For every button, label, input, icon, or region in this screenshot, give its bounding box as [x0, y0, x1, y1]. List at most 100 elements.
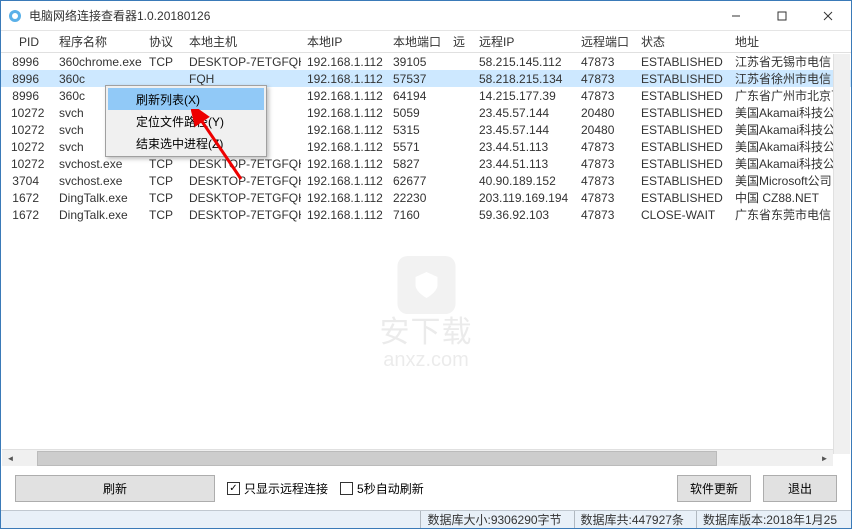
cell-rport: 20480 — [575, 106, 635, 120]
cell-lport: 62677 — [387, 174, 447, 188]
cell-proto: TCP — [143, 157, 183, 171]
cell-state: CLOSE-WAIT — [635, 208, 729, 222]
cell-lip: 192.168.1.112 — [301, 191, 387, 205]
table-row[interactable]: 8996360chrome.exeTCPDESKTOP-7ETGFQH192.1… — [1, 53, 851, 70]
cell-lhost: DESKTOP-7ETGFQH — [183, 174, 301, 188]
horizontal-scrollbar[interactable]: ◄ ► — [2, 449, 833, 466]
cell-pid: 1672 — [5, 191, 53, 205]
cell-lhost: DESKTOP-7ETGFQH — [183, 157, 301, 171]
cell-prog: svchost.exe — [53, 174, 143, 188]
table-row[interactable]: 3704svchost.exeTCPDESKTOP-7ETGFQH192.168… — [1, 172, 851, 189]
cell-rport: 20480 — [575, 123, 635, 137]
refresh-button[interactable]: 刷新 — [15, 475, 215, 502]
window-title: 电脑网络连接查看器1.0.20180126 — [29, 7, 713, 24]
cell-addr: 江苏省无锡市电信 — [729, 53, 847, 70]
scroll-thumb[interactable] — [37, 451, 717, 466]
cell-lip: 192.168.1.112 — [301, 140, 387, 154]
col-pid[interactable]: PID — [5, 35, 53, 49]
cell-lport: 5059 — [387, 106, 447, 120]
cell-pid: 8996 — [5, 72, 53, 86]
cell-lhost: DESKTOP-7ETGFQH — [183, 208, 301, 222]
cell-state: ESTABLISHED — [635, 55, 729, 69]
cell-rip: 23.44.51.113 — [473, 140, 575, 154]
cell-proto: TCP — [143, 191, 183, 205]
cell-lhost: FQH — [183, 72, 301, 86]
checkbox-checked-icon: ✓ — [227, 482, 240, 495]
cell-lport: 57537 — [387, 72, 447, 86]
cell-addr: 中国 CZ88.NET — [729, 189, 847, 206]
cell-pid: 8996 — [5, 89, 53, 103]
cell-rport: 47873 — [575, 157, 635, 171]
context-menu: 刷新列表(X) 定位文件路径(Y) 结束选中进程(Z) — [105, 85, 267, 157]
cell-rip: 14.215.177.39 — [473, 89, 575, 103]
cell-proto: TCP — [143, 55, 183, 69]
table-row[interactable]: 1672DingTalk.exeTCPDESKTOP-7ETGFQH192.16… — [1, 206, 851, 223]
col-program[interactable]: 程序名称 — [53, 33, 143, 50]
col-remote-host[interactable]: 远 — [447, 33, 473, 50]
cell-prog: DingTalk.exe — [53, 191, 143, 205]
table-row[interactable]: 10272svchost.exeTCPDESKTOP-7ETGFQH192.16… — [1, 155, 851, 172]
col-remote-port[interactable]: 远程端口 — [575, 33, 635, 50]
cell-lhost: DESKTOP-7ETGFQH — [183, 55, 301, 69]
menu-kill-process[interactable]: 结束选中进程(Z) — [108, 132, 264, 154]
cell-state: ESTABLISHED — [635, 123, 729, 137]
cell-state: ESTABLISHED — [635, 72, 729, 86]
cell-pid: 10272 — [5, 157, 53, 171]
cell-addr: 美国Akamai科技公司CDI — [729, 104, 847, 121]
table-header: PID 程序名称 协议 本地主机 本地IP 本地端口 远 远程IP 远程端口 状… — [1, 31, 851, 53]
cell-rip: 59.36.92.103 — [473, 208, 575, 222]
cell-addr: 美国Akamai科技公司CDI — [729, 155, 847, 172]
cell-state: ESTABLISHED — [635, 140, 729, 154]
cell-addr: 广东省东莞市电信 — [729, 206, 847, 223]
col-local-port[interactable]: 本地端口 — [387, 33, 447, 50]
cell-lhost: DESKTOP-7ETGFQH — [183, 191, 301, 205]
cell-state: ESTABLISHED — [635, 191, 729, 205]
cell-lport: 5827 — [387, 157, 447, 171]
cell-rip: 40.90.189.152 — [473, 174, 575, 188]
cell-state: ESTABLISHED — [635, 89, 729, 103]
cell-pid: 10272 — [5, 123, 53, 137]
col-remote-ip[interactable]: 远程IP — [473, 33, 575, 50]
col-local-host[interactable]: 本地主机 — [183, 33, 301, 50]
remote-only-checkbox[interactable]: ✓ 只显示远程连接 — [227, 480, 328, 497]
close-button[interactable] — [805, 1, 851, 31]
cell-lport: 64194 — [387, 89, 447, 103]
minimize-button[interactable] — [713, 1, 759, 31]
software-update-button[interactable]: 软件更新 — [677, 475, 751, 502]
cell-lip: 192.168.1.112 — [301, 174, 387, 188]
col-address[interactable]: 地址 — [729, 33, 847, 50]
col-state[interactable]: 状态 — [635, 33, 729, 50]
auto-refresh-checkbox[interactable]: 5秒自动刷新 — [340, 480, 424, 497]
cell-pid: 10272 — [5, 106, 53, 120]
cell-lip: 192.168.1.112 — [301, 72, 387, 86]
cell-proto: TCP — [143, 208, 183, 222]
auto-refresh-label: 5秒自动刷新 — [357, 480, 424, 497]
app-icon — [7, 8, 23, 24]
menu-locate-file[interactable]: 定位文件路径(Y) — [108, 110, 264, 132]
table-row[interactable]: 1672DingTalk.exeTCPDESKTOP-7ETGFQH192.16… — [1, 189, 851, 206]
cell-lip: 192.168.1.112 — [301, 123, 387, 137]
cell-pid: 3704 — [5, 174, 53, 188]
checkbox-unchecked-icon — [340, 482, 353, 495]
cell-prog: 360chrome.exe — [53, 55, 143, 69]
cell-lip: 192.168.1.112 — [301, 106, 387, 120]
menu-refresh-list[interactable]: 刷新列表(X) — [108, 88, 264, 110]
cell-lport: 7160 — [387, 208, 447, 222]
maximize-button[interactable] — [759, 1, 805, 31]
scroll-left-button[interactable]: ◄ — [2, 450, 19, 467]
cell-pid: 10272 — [5, 140, 53, 154]
col-local-ip[interactable]: 本地IP — [301, 33, 387, 50]
titlebar: 电脑网络连接查看器1.0.20180126 — [1, 1, 851, 31]
vertical-scrollbar[interactable] — [833, 54, 850, 454]
col-protocol[interactable]: 协议 — [143, 33, 183, 50]
cell-lport: 5315 — [387, 123, 447, 137]
scroll-right-button[interactable]: ► — [816, 450, 833, 467]
cell-rip: 203.119.169.194 — [473, 191, 575, 205]
cell-addr: 美国Microsoft公司 — [729, 172, 847, 189]
cell-rip: 23.45.57.144 — [473, 106, 575, 120]
cell-prog: svchost.exe — [53, 157, 143, 171]
cell-rport: 47873 — [575, 191, 635, 205]
cell-rport: 47873 — [575, 208, 635, 222]
cell-state: ESTABLISHED — [635, 157, 729, 171]
exit-button[interactable]: 退出 — [763, 475, 837, 502]
